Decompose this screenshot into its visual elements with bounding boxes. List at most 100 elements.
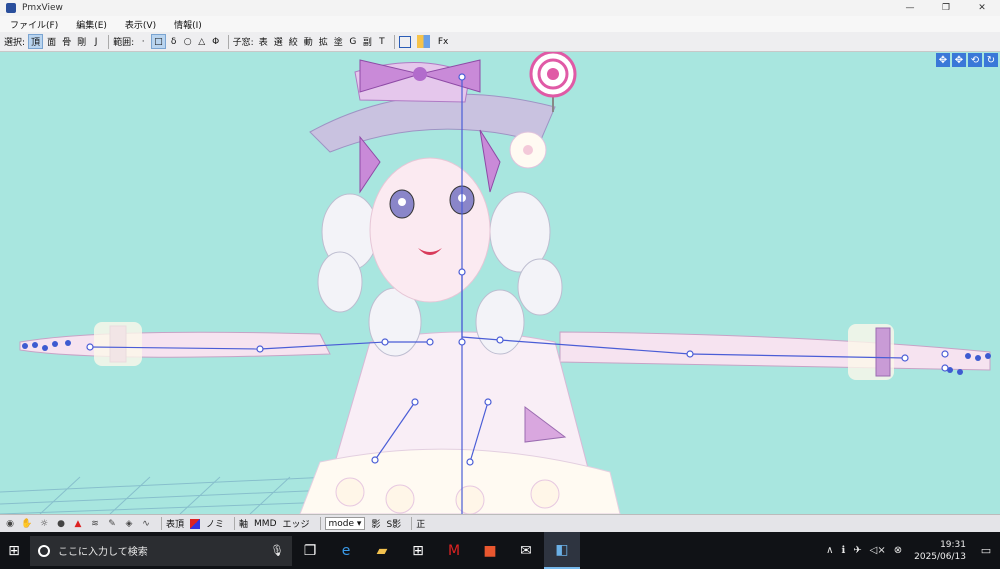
separator — [108, 34, 110, 49]
brush-icon[interactable]: ✎ — [106, 518, 118, 530]
windows-taskbar: ⊞ ここに入力して検索 🎙 ❐ e ▰ ⊞ M ■ ✉ ◧ ∧ ℹ ✈ ◁× ⊗… — [0, 532, 1000, 569]
axis-toggle-icon[interactable] — [398, 35, 411, 48]
mcafee-icon[interactable]: M — [436, 532, 472, 569]
microphone-icon[interactable]: 🎙 — [270, 544, 284, 557]
taskbar-search[interactable]: ここに入力して検索 🎙 — [30, 535, 292, 566]
select-joint-button[interactable]: J — [90, 34, 102, 49]
sub-window-move-button[interactable]: 動 — [302, 34, 315, 49]
mode-value: mode — [328, 518, 355, 529]
mail-icon[interactable]: ✉ — [508, 532, 544, 569]
sub-window-sub-button[interactable]: 副 — [361, 34, 374, 49]
airplane-icon[interactable]: ✈ — [853, 545, 861, 556]
separator — [411, 517, 413, 530]
select-label: 選択: — [4, 38, 26, 48]
sub-window-t-button[interactable]: T — [376, 34, 388, 49]
mesh-icon[interactable]: ≋ — [89, 518, 101, 530]
range-label: 範囲: — [113, 38, 135, 48]
bottom-toolbar: ◉ ✋ ☼ ● ▲ ≋ ✎ ◈ ∿ 表頂 ノミ 軸 MMD エッジ mode ▾… — [0, 514, 1000, 532]
show-vertices-toggle[interactable]: 表頂 — [166, 517, 184, 530]
pan-icon[interactable]: ✥ — [936, 53, 950, 67]
volume-icon[interactable]: ◁× — [870, 545, 886, 556]
mode-select[interactable]: mode ▾ — [324, 517, 366, 530]
close-button[interactable]: ✕ — [964, 0, 1000, 16]
clock-time: 19:31 — [940, 539, 966, 550]
separator — [234, 517, 236, 530]
cortana-icon — [38, 544, 50, 557]
system-tray: ∧ ℹ ✈ ◁× ⊗ 19:31 2025/06/13 ▭ — [826, 532, 1000, 569]
menu-file[interactable]: ファイル(F) — [10, 18, 58, 31]
select-vertex-button[interactable]: 頂 — [28, 34, 44, 49]
sub-window-label: 子窓: — [232, 38, 254, 48]
sub-window-paint-button[interactable]: 塗 — [332, 34, 345, 49]
file-explorer-icon[interactable]: ▰ — [364, 532, 400, 569]
range-triangle-button[interactable]: △ — [196, 34, 208, 49]
window-controls: — ❐ ✕ — [892, 0, 1000, 16]
chevron-up-icon[interactable]: ∧ — [826, 545, 833, 556]
front-view-button[interactable]: 正 — [416, 517, 425, 530]
move-icon[interactable]: ✥ — [952, 53, 966, 67]
separator — [319, 517, 321, 530]
separator — [227, 34, 229, 49]
camera-icon[interactable]: ◉ — [4, 518, 16, 530]
axis-toggle[interactable]: 軸 — [239, 517, 248, 530]
search-placeholder: ここに入力して検索 — [58, 547, 148, 558]
select-face-button[interactable]: 面 — [45, 34, 58, 49]
toolbar: 選択: 頂 面 骨 剛 J 範囲: · □ δ ○ △ Φ 子窓: 表 選 絞 … — [0, 32, 1000, 52]
sub-window-select-button[interactable]: 選 — [272, 34, 285, 49]
office-icon[interactable]: ■ — [472, 532, 508, 569]
range-phi-button[interactable]: Φ — [210, 34, 222, 49]
range-rect-button[interactable]: □ — [151, 34, 166, 49]
sub-window-g-button[interactable]: G — [347, 34, 359, 49]
separator — [161, 517, 162, 530]
maximize-button[interactable]: ❐ — [928, 0, 964, 16]
reset-view-icon[interactable]: ↻ — [984, 53, 998, 67]
window-title: PmxView — [22, 3, 63, 13]
select-rigid-button[interactable]: 剛 — [75, 34, 88, 49]
self-shadow-toggle[interactable]: S影 — [386, 517, 401, 530]
light-icon[interactable]: ☼ — [38, 518, 50, 530]
edge-toggle[interactable]: エッジ — [283, 517, 310, 530]
windows-start-icon[interactable]: ⊞ — [0, 532, 28, 569]
error-icon[interactable]: ⊗ — [894, 545, 902, 556]
select-bone-button[interactable]: 骨 — [60, 34, 73, 49]
physics-icon[interactable]: ∿ — [140, 518, 152, 530]
floor-grid — [0, 476, 331, 514]
rotate-icon[interactable]: ⟲ — [968, 53, 982, 67]
network-icon[interactable]: ℹ — [841, 545, 845, 556]
model-render — [0, 52, 991, 514]
pmxview-taskbar-icon[interactable]: ◧ — [544, 532, 580, 569]
menu-bar: ファイル(F) 編集(E) 表示(V) 情報(I) — [0, 16, 1000, 32]
hand-icon[interactable]: ✋ — [21, 518, 33, 530]
minimize-button[interactable]: — — [892, 0, 928, 16]
fx-button[interactable]: Fx — [436, 34, 451, 49]
notification-icon[interactable]: ▭ — [972, 532, 1000, 569]
grid-toggle-icon[interactable] — [416, 35, 430, 48]
weight-icon[interactable]: ◈ — [123, 518, 135, 530]
edge-browser-icon[interactable]: e — [328, 532, 364, 569]
separator — [393, 34, 395, 49]
pmxview-window: PmxView — ❐ ✕ ファイル(F) 編集(E) 表示(V) 情報(I) … — [0, 0, 1000, 569]
shadow-toggle[interactable]: 影 — [371, 517, 380, 530]
range-point-button[interactable]: · — [137, 34, 149, 49]
view-control-group: ✥ ✥ ⟲ ↻ — [934, 53, 998, 67]
menu-view[interactable]: 表示(V) — [125, 18, 156, 31]
menu-edit[interactable]: 編集(E) — [76, 18, 107, 31]
3d-viewport[interactable]: ✥ ✥ ⟲ ↻ — [0, 52, 1000, 514]
sub-window-table-button[interactable]: 表 — [257, 34, 270, 49]
clock[interactable]: 19:31 2025/06/13 — [914, 539, 966, 563]
range-circle-button[interactable]: ○ — [182, 34, 194, 49]
sub-window-scale-button[interactable]: 拡 — [317, 34, 330, 49]
title-bar: PmxView — ❐ ✕ — [0, 0, 1000, 16]
clock-date: 2025/06/13 — [914, 551, 966, 562]
task-view-icon[interactable]: ❐ — [292, 532, 328, 569]
menu-info[interactable]: 情報(I) — [174, 18, 202, 31]
point-icon[interactable]: ● — [55, 518, 67, 530]
sub-window-filter-button[interactable]: 絞 — [287, 34, 300, 49]
range-delta-button[interactable]: δ — [168, 34, 180, 49]
color-swatch[interactable] — [190, 518, 201, 529]
triangle-icon[interactable]: ▲ — [72, 518, 84, 530]
mmd-toggle[interactable]: MMD — [254, 519, 276, 529]
no-mi-toggle[interactable]: ノミ — [206, 517, 224, 530]
app-icon — [6, 3, 16, 13]
store-icon[interactable]: ⊞ — [400, 532, 436, 569]
